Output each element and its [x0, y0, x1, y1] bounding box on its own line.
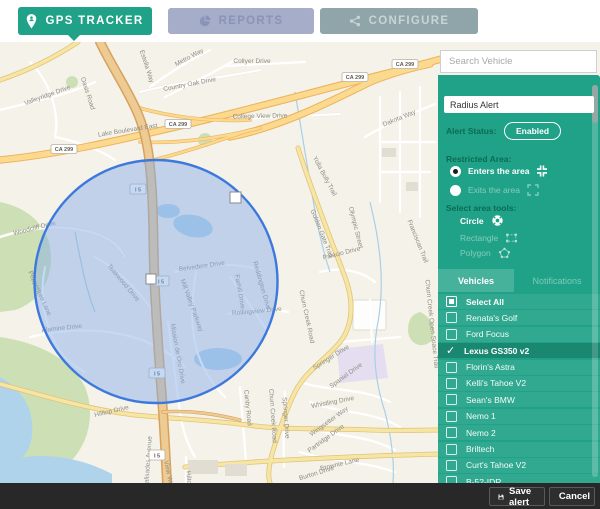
- svg-text:CA 299: CA 299: [346, 75, 364, 81]
- list-item[interactable]: Sean's BMW: [438, 392, 600, 407]
- footer-bar: Save alert Cancel: [0, 483, 600, 509]
- pie-chart-icon: [199, 15, 211, 27]
- ca299-shield: CA 299: [51, 145, 77, 154]
- checkbox-icon[interactable]: [446, 362, 457, 373]
- polygon-tool-icon: [498, 247, 511, 259]
- list-item[interactable]: B-52-IDR: [438, 474, 600, 483]
- top-navigation: GPS TRACKER REPORTS CONFIGURE: [0, 0, 600, 42]
- vehicle-list: Select All Renata's Golf Ford Focus Lexu…: [438, 294, 600, 483]
- svg-text:I 5: I 5: [154, 454, 160, 460]
- alert-status-label: Alert Status:: [446, 126, 497, 136]
- cancel-button[interactable]: Cancel: [549, 487, 595, 506]
- checkbox-icon[interactable]: [446, 345, 457, 356]
- enters-area-label: Enters the area: [468, 166, 529, 176]
- alert-config-panel: Alert Status: Enabled Restricted Area: E…: [438, 75, 600, 483]
- list-item[interactable]: Ford Focus: [438, 327, 600, 342]
- checkbox-icon[interactable]: [446, 460, 457, 471]
- circle-center-handle[interactable]: [146, 274, 156, 284]
- checkbox-icon[interactable]: [446, 296, 457, 307]
- list-item[interactable]: Curt's Tahoe V2: [438, 458, 600, 473]
- ca299-shield: CA 299: [392, 60, 418, 69]
- tab-vehicles-label: Vehicles: [458, 276, 494, 286]
- tool-rectangle[interactable]: Rectangle: [460, 232, 518, 244]
- list-item[interactable]: Florin's Astra: [438, 360, 600, 375]
- checkbox-icon[interactable]: [446, 329, 457, 340]
- nav-gps-tracker-button[interactable]: GPS TRACKER: [18, 7, 152, 35]
- nav-configure-button[interactable]: CONFIGURE: [320, 8, 478, 34]
- tool-circle[interactable]: Circle: [460, 214, 504, 227]
- cancel-label: Cancel: [559, 491, 590, 502]
- tool-rectangle-label: Rectangle: [460, 233, 498, 243]
- exits-area-label: Exits the area: [468, 185, 520, 195]
- tool-circle-label: Circle: [460, 216, 484, 226]
- radio-selected-icon[interactable]: [450, 166, 461, 177]
- checkbox-icon[interactable]: [446, 444, 457, 455]
- area-tools-label: Select area tools:: [446, 203, 516, 213]
- rectangle-tool-icon: [505, 232, 518, 244]
- nav-gps-tracker-label: GPS TRACKER: [45, 15, 143, 27]
- ca299-shield: CA 299: [165, 120, 191, 129]
- search-vehicle-input[interactable]: [440, 50, 597, 73]
- list-item[interactable]: Nemo 2: [438, 425, 600, 440]
- list-item[interactable]: Briltech: [438, 442, 600, 457]
- share-nodes-icon: [349, 15, 361, 27]
- svg-text:CA 299: CA 299: [396, 62, 414, 68]
- radio-enters-area[interactable]: Enters the area: [450, 165, 548, 177]
- list-item[interactable]: Kelli's Tahoe V2: [438, 376, 600, 391]
- checkbox-icon[interactable]: [446, 312, 457, 323]
- gps-pin-icon: [26, 14, 37, 29]
- panel-tabs: Vehicles Notifications: [438, 269, 600, 292]
- nav-reports-button[interactable]: REPORTS: [168, 8, 314, 34]
- checkbox-icon[interactable]: [446, 411, 457, 422]
- ca299-shield: CA 299: [342, 73, 368, 82]
- svg-text:CA 299: CA 299: [169, 122, 187, 128]
- checkbox-icon[interactable]: [446, 427, 457, 438]
- circle-tool-icon: [491, 214, 504, 227]
- i5-shield: I 5: [149, 450, 165, 460]
- list-item[interactable]: Nemo 1: [438, 409, 600, 424]
- circle-resize-handle[interactable]: [230, 192, 241, 203]
- tab-notifications[interactable]: Notifications: [514, 269, 600, 292]
- list-item-select-all[interactable]: Select All: [438, 294, 600, 309]
- list-item[interactable]: Lexus GS350 v2: [438, 343, 600, 358]
- save-alert-label: Save alert: [509, 486, 536, 508]
- radio-unselected-icon[interactable]: [450, 185, 461, 196]
- restricted-area-label: Restricted Area:: [446, 154, 511, 164]
- checkbox-icon[interactable]: [446, 476, 457, 483]
- tool-polygon[interactable]: Polygon: [460, 247, 511, 259]
- tool-polygon-label: Polygon: [460, 248, 491, 258]
- road-label: Collyer Drive: [233, 58, 271, 65]
- nav-reports-label: REPORTS: [219, 15, 284, 27]
- nav-configure-label: CONFIGURE: [369, 15, 450, 27]
- tab-vehicles[interactable]: Vehicles: [438, 269, 514, 292]
- compress-arrows-icon: [536, 165, 548, 177]
- radio-exits-area[interactable]: Exits the area: [450, 184, 539, 196]
- road-label: College View Drive: [233, 113, 288, 121]
- alert-name-input[interactable]: [444, 96, 594, 113]
- list-item[interactable]: Renata's Golf: [438, 310, 600, 325]
- checkbox-icon[interactable]: [446, 394, 457, 405]
- alert-status-toggle[interactable]: Enabled: [504, 122, 561, 140]
- tab-notifications-label: Notifications: [532, 276, 581, 286]
- save-alert-button[interactable]: Save alert: [489, 487, 545, 506]
- expand-arrows-icon: [527, 184, 539, 196]
- checkbox-icon[interactable]: [446, 378, 457, 389]
- save-icon: [498, 492, 504, 502]
- svg-text:CA 299: CA 299: [55, 147, 73, 153]
